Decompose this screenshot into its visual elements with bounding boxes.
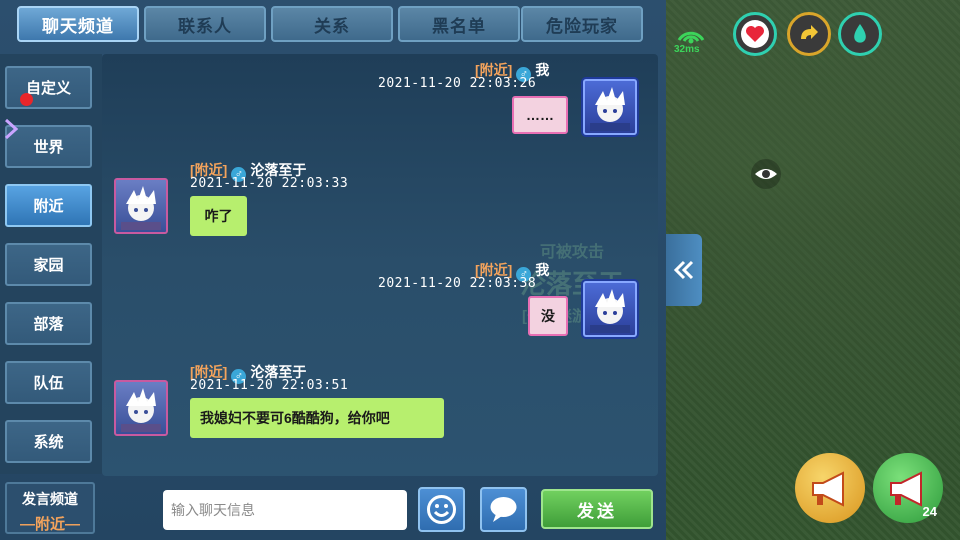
speech-bubble-icon [490, 497, 517, 522]
avatar-portrait-icon [590, 289, 630, 333]
double-chevron-left-icon [673, 260, 694, 280]
chat-panel: 聊天频道 联系人 关系 黑名单 危险玩家 自定义 世界 附近 家园 部落 队伍 … [0, 0, 666, 540]
wifi-signal-icon [677, 31, 705, 44]
message-list[interactable]: 可被攻击 沦落至于 [七彩迷游长老] [附近] ♂ 我 2021-11-20 22:… [102, 54, 658, 476]
quick-chat-button[interactable] [480, 487, 527, 532]
ping-readout: 32ms [674, 44, 700, 55]
tab-contacts[interactable]: 联系人 [144, 6, 266, 42]
chevron-right-icon[interactable] [4, 118, 18, 140]
water-drop-icon [854, 24, 866, 43]
message-timestamp: 2021-11-20 22:03:26 [378, 76, 537, 91]
horn-count: 24 [922, 504, 937, 519]
hunger-indicator [787, 12, 831, 56]
send-channel-selector[interactable]: 发言频道 —附近— [5, 482, 95, 534]
tab-blacklist[interactable]: 黑名单 [398, 6, 520, 42]
emoji-button[interactable] [418, 487, 465, 532]
chat-input[interactable] [163, 490, 407, 530]
heart-icon [741, 20, 769, 48]
chat-input-bar: 发言频道 —附近— 发送 [0, 477, 666, 540]
smiley-icon [427, 495, 456, 524]
message-bubble-other[interactable]: 我媳妇不要可6酷酷狗，给你吧 [190, 398, 444, 438]
avatar-portrait-icon [121, 186, 161, 230]
tab-relations[interactable]: 关系 [271, 6, 393, 42]
notification-dot [20, 93, 33, 106]
thirst-indicator [838, 12, 882, 56]
health-indicator [733, 12, 777, 56]
message-timestamp: 2021-11-20 22:03:51 [190, 378, 349, 393]
megaphone-icon [812, 471, 844, 507]
tab-dangerous-players[interactable]: 危险玩家 [521, 6, 643, 42]
avatar-self[interactable] [583, 79, 637, 135]
message-bubble-self[interactable]: 没 [528, 296, 568, 336]
sidebar-item-system[interactable]: 系统 [5, 420, 92, 463]
channel-sidebar: 自定义 世界 附近 家园 部落 队伍 系统 [0, 54, 102, 474]
message-timestamp: 2021-11-20 22:03:38 [378, 276, 537, 291]
sidebar-item-tribe[interactable]: 部落 [5, 302, 92, 345]
send-button[interactable]: 发送 [541, 489, 653, 529]
avatar-self[interactable] [583, 281, 637, 337]
eye-icon[interactable] [750, 158, 782, 190]
tab-chat-channel[interactable]: 聊天频道 [17, 6, 139, 42]
sidebar-item-nearby[interactable]: 附近 [5, 184, 92, 227]
sidebar-item-custom[interactable]: 自定义 [5, 66, 92, 109]
sidebar-item-team[interactable]: 队伍 [5, 361, 92, 404]
broadcast-button[interactable] [795, 453, 865, 523]
collapse-chat-button[interactable] [666, 234, 702, 306]
avatar-other[interactable] [114, 380, 168, 436]
message-bubble-other[interactable]: 咋了 [190, 196, 247, 236]
message-timestamp: 2021-11-20 22:03:33 [190, 176, 349, 191]
horn-button[interactable]: 24 [873, 453, 943, 523]
sidebar-item-home[interactable]: 家园 [5, 243, 92, 286]
sidebar-item-world[interactable]: 世界 [5, 125, 92, 168]
avatar-portrait-icon [121, 388, 161, 432]
food-icon [801, 25, 818, 39]
avatar-portrait-icon [590, 87, 630, 131]
message-bubble-self[interactable]: …… [512, 96, 568, 134]
avatar-other[interactable] [114, 178, 168, 234]
chat-tabs: 聊天频道 联系人 关系 黑名单 危险玩家 [0, 0, 666, 48]
